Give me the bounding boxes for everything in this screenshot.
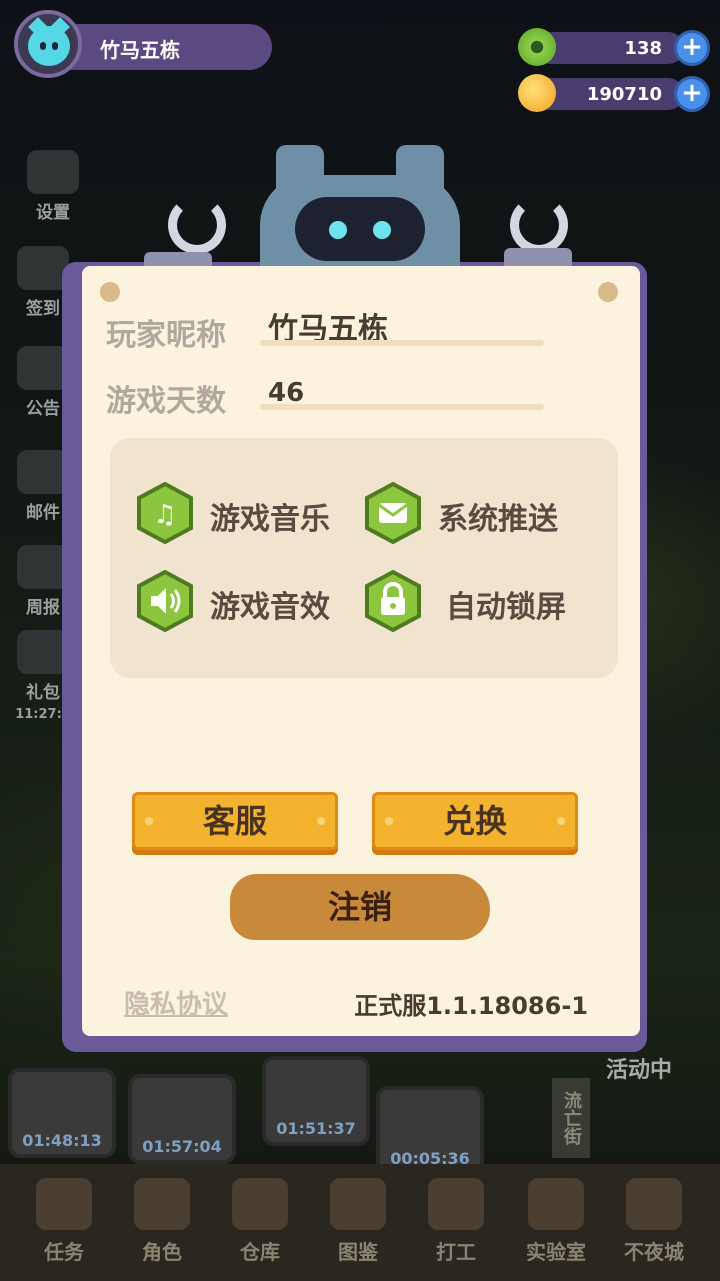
lab-icon [528,1178,584,1230]
timer-slot[interactable]: 01:48:13 [8,1068,116,1158]
timer-slot[interactable]: 01:57:04 [128,1074,236,1164]
work-icon [428,1178,484,1230]
character-frame-icon [134,1178,190,1230]
currency-donut: 138 + [514,28,710,68]
music-note-icon: ♫ [137,482,193,544]
gold-planet-icon [518,74,556,112]
pin-icon [100,282,120,302]
option-label: 游戏音乐 [210,502,330,537]
player-name: 竹马五栋 [100,38,180,62]
pin-icon [598,282,618,302]
currency-gold: 190710 + [514,74,710,114]
nickname-underline [260,340,544,346]
toggle-game-music[interactable]: ♫ 游戏音乐 [134,482,354,544]
right-hook-icon [510,196,568,254]
add-gold-button[interactable]: + [674,76,710,112]
nav-city[interactable]: 不夜城 [614,1178,694,1265]
envelope-icon [365,482,421,544]
lock-icon [365,570,421,632]
nav-handbook[interactable]: 图鉴 [318,1178,398,1265]
green-donut-icon [518,28,556,66]
timer-slot[interactable]: 00:05:36 [376,1086,484,1176]
street-sign[interactable]: 流亡街 [552,1078,590,1158]
privacy-policy-link[interactable]: 隐私协议 [124,984,228,1021]
speaker-icon [137,570,193,632]
task-board-icon [36,1178,92,1230]
option-label: 自动锁屏 [446,590,566,625]
chest-icon [232,1178,288,1230]
option-label: 系统推送 [438,502,558,537]
gear-icon [27,150,79,194]
toggle-system-push[interactable]: 系统推送 [362,482,592,544]
currency-gold-value: 190710 [586,84,662,105]
nav-lab[interactable]: 实验室 [516,1178,596,1265]
robot-mascot [240,145,480,285]
currency-donut-value: 138 [624,38,662,59]
toggle-game-sfx[interactable]: 游戏音效 [134,570,354,632]
nickname-label: 玩家昵称 [106,318,226,353]
player-profile[interactable]: 竹马五栋 [14,10,272,78]
side-menu-settings[interactable]: 设置 [18,150,88,223]
nav-character[interactable]: 角色 [122,1178,202,1265]
customer-service-button[interactable]: 客服 [132,792,338,850]
city-icon [626,1178,682,1230]
days-label: 游戏天数 [106,384,226,419]
event-badge[interactable]: 活动中 [606,1052,672,1084]
cat-face-icon [28,26,70,66]
nav-warehouse[interactable]: 仓库 [220,1178,300,1265]
logout-button[interactable]: 注销 [230,874,490,940]
toggle-auto-lock[interactable]: 自动锁屏 [362,570,592,632]
settings-options-box [110,438,618,678]
nav-work[interactable]: 打工 [416,1178,496,1265]
add-donut-button[interactable]: + [674,30,710,66]
option-label: 游戏音效 [210,590,330,625]
nav-task[interactable]: 任务 [24,1178,104,1265]
days-underline [260,404,544,410]
left-hook-icon [168,196,226,254]
redeem-button[interactable]: 兑换 [372,792,578,850]
avatar[interactable] [14,10,82,78]
svg-text:♫: ♫ [153,500,176,530]
timer-slot[interactable]: 01:51:37 [262,1056,370,1146]
version-text: 正式服1.1.18086-1 [354,992,588,1020]
book-icon [330,1178,386,1230]
